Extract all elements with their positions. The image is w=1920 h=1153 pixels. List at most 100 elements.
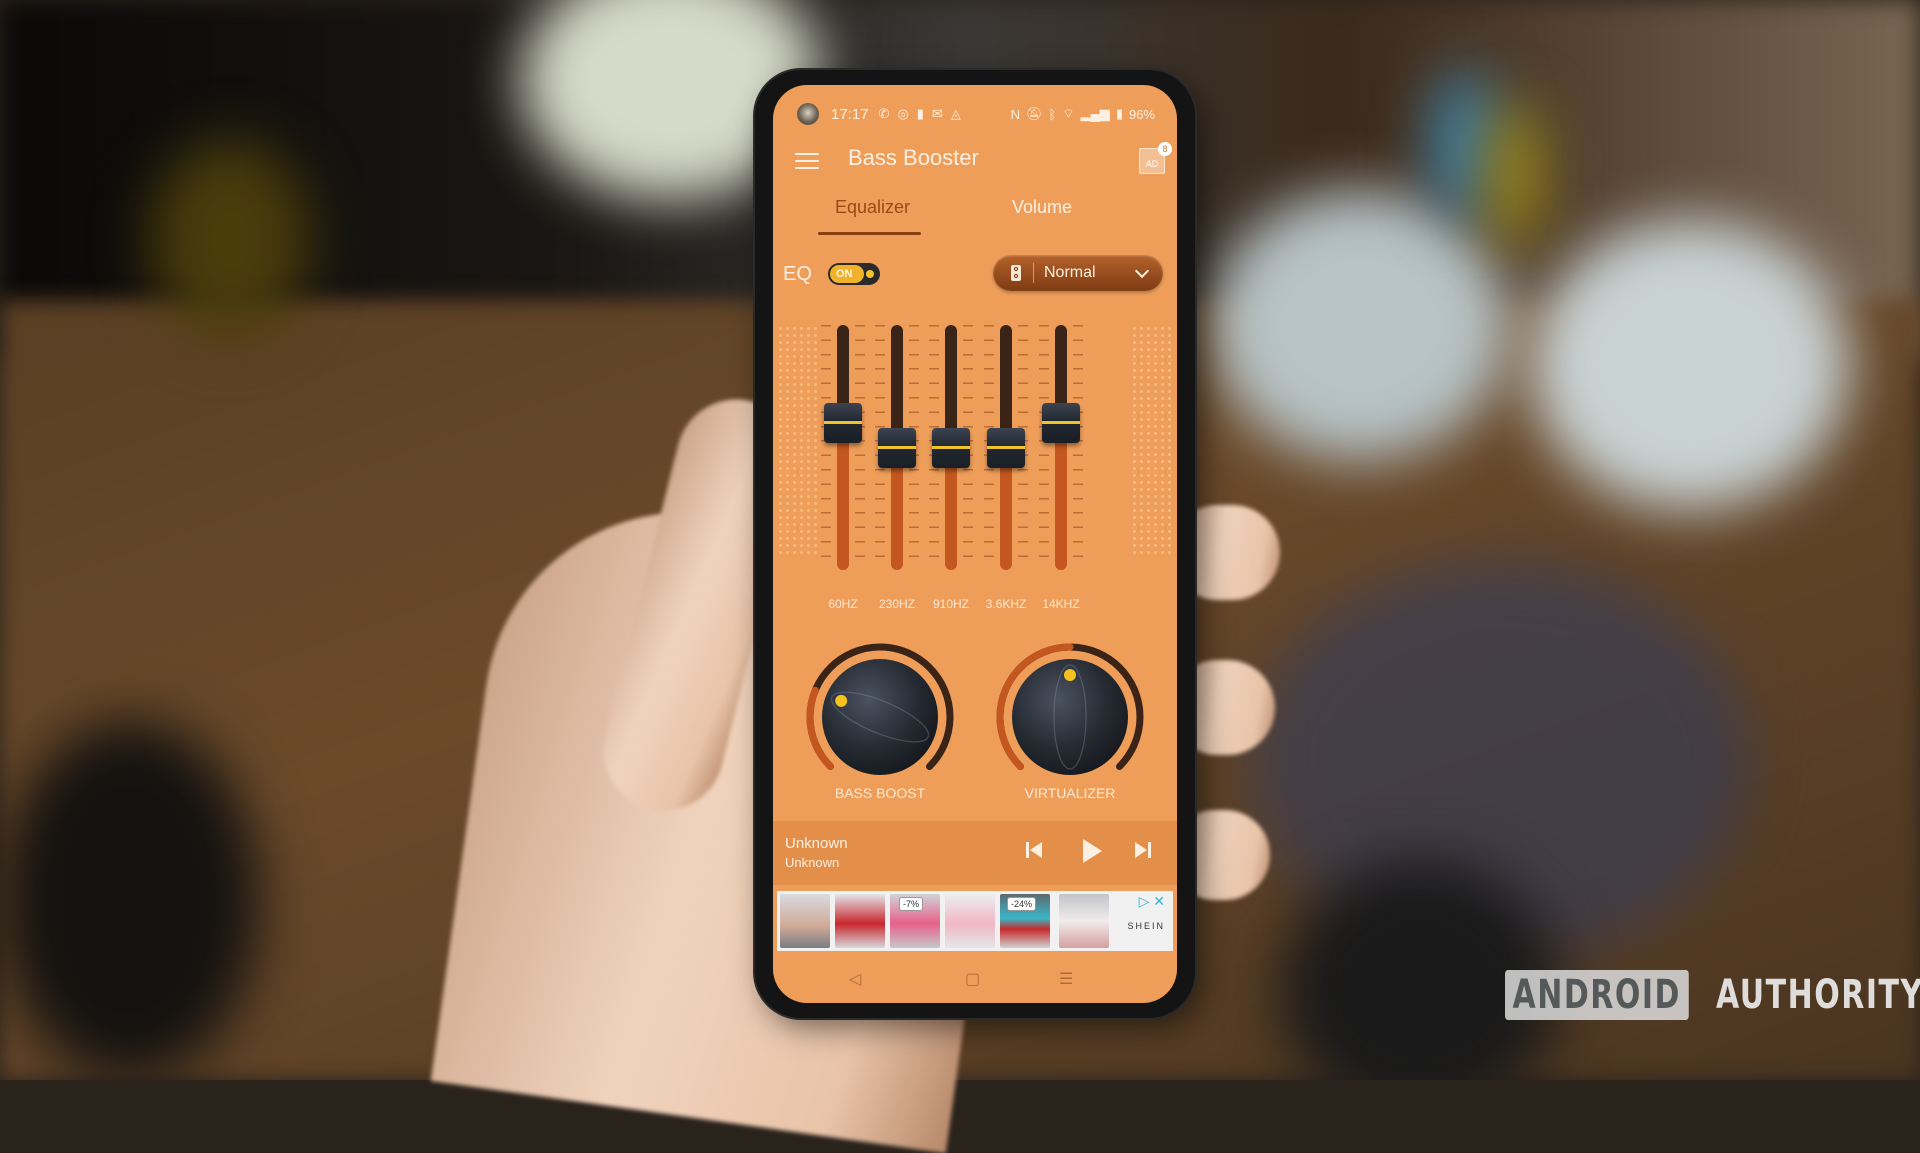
slider-thumb[interactable]: [932, 427, 970, 468]
eq-toggle-knob: [866, 270, 874, 278]
background-drum-left: [1210, 190, 1510, 460]
slider-track-empty: [945, 325, 957, 433]
next-icon[interactable]: [1135, 841, 1151, 859]
background-dark-object: [0, 720, 260, 1080]
mute-icon: 🔕︎: [1026, 106, 1043, 121]
slider-track-empty: [1000, 325, 1012, 433]
eq-slider-14khz[interactable]: [1039, 325, 1083, 570]
tab-volume[interactable]: Volume: [1012, 197, 1072, 218]
ad-product-image[interactable]: [835, 894, 885, 948]
knob-body[interactable]: [822, 659, 938, 775]
ad-gift-button[interactable]: AD 8: [1139, 142, 1172, 174]
watermark: ANDROID AUTHORITY: [1505, 970, 1920, 1020]
instagram-icon: ◎: [897, 106, 909, 121]
eq-slider-910hz[interactable]: [929, 325, 973, 570]
tall-notif-icon: ▮: [916, 106, 924, 121]
ad-label: AD: [1145, 159, 1159, 169]
knob-label: BASS BOOST: [834, 785, 926, 801]
slider-thumb[interactable]: [987, 427, 1025, 468]
front-camera: [797, 103, 819, 125]
visualizer-dots-right: [1131, 325, 1173, 555]
background-book-blue: [1430, 70, 1500, 220]
mini-player: Unknown Unknown: [773, 821, 1177, 885]
slider-track-filled: [1000, 462, 1012, 570]
ad-choices-icons[interactable]: ▷ ✕: [1139, 893, 1165, 910]
slider-thumb[interactable]: [1042, 402, 1080, 443]
knob-virtualizer[interactable]: [990, 635, 1150, 785]
preset-dropdown[interactable]: Normal: [993, 255, 1163, 291]
background-box: [150, 140, 310, 340]
discount-tag: -7%: [899, 897, 924, 911]
eq-slider-230hz[interactable]: [875, 325, 919, 570]
equalizer-panel: [773, 315, 1177, 575]
menu-icon[interactable]: [795, 153, 819, 169]
eq-toggle[interactable]: ON: [828, 263, 880, 285]
nfc-icon: N: [1010, 106, 1021, 122]
slider-track-filled: [837, 437, 849, 570]
frequency-label: 910HZ: [932, 597, 970, 611]
eq-slider-3.6khz[interactable]: [984, 325, 1028, 570]
speaker-icon: [1011, 265, 1021, 281]
phone: 17:17 ✆ ◎ ▮ ✉ ◬ N 🔕︎ ᛒ ⌔ ▂▄▆ ▮ 96% Bass …: [755, 70, 1195, 1018]
slider-track-empty: [837, 325, 849, 408]
app-icon: ◬: [950, 106, 961, 121]
visualizer-dots-left: [777, 325, 819, 555]
knob-label: VIRTUALIZER: [1024, 785, 1116, 801]
slider-thumb[interactable]: [824, 402, 862, 443]
slider-track-filled: [891, 462, 903, 570]
signal-icon: ▂▄▆: [1080, 106, 1110, 121]
bluetooth-icon: ᛒ: [1048, 106, 1057, 122]
ad-banner[interactable]: -7% -24% ▷ ✕ SHEIN: [777, 891, 1173, 951]
previous-icon[interactable]: [1026, 841, 1042, 859]
track-artist: Unknown: [785, 855, 840, 870]
knob-indicator: [1064, 669, 1076, 681]
slider-track-empty: [891, 325, 903, 433]
ad-brand: SHEIN: [1127, 921, 1165, 931]
status-bar: 17:17 ✆ ◎ ▮ ✉ ◬ N 🔕︎ ᛒ ⌔ ▂▄▆ ▮ 96%: [831, 103, 1155, 125]
ad-product-image[interactable]: [780, 894, 830, 948]
whatsapp-icon: ✆: [878, 106, 890, 121]
tab-bar: Equalizer Volume: [773, 197, 1177, 237]
watermark-text: AUTHORITY: [1715, 972, 1920, 1018]
mail-icon: ✉: [931, 106, 943, 121]
recents-icon[interactable]: ☰: [1059, 969, 1073, 989]
active-tab-indicator: [818, 232, 921, 235]
tab-equalizer[interactable]: Equalizer: [835, 197, 910, 218]
slider-track-filled: [945, 462, 957, 570]
knob-bass-boost[interactable]: [800, 635, 960, 785]
background-book-yellow: [1490, 100, 1540, 250]
slider-track-filled: [1055, 437, 1067, 570]
home-icon[interactable]: ▢: [965, 969, 980, 989]
frequency-labels: 60HZ 230HZ 910HZ 3.6KHZ 14KHZ: [773, 597, 1177, 615]
frequency-label: 3.6KHZ: [985, 597, 1027, 611]
discount-tag: -24%: [1007, 897, 1037, 911]
eq-label: EQ: [783, 263, 812, 285]
app-title: Bass Booster: [848, 145, 979, 170]
ad-product-image[interactable]: [945, 894, 995, 948]
eq-slider-60hz[interactable]: [821, 325, 865, 570]
battery-percent: 96%: [1128, 106, 1155, 122]
phone-screen: 17:17 ✆ ◎ ▮ ✉ ◬ N 🔕︎ ᛒ ⌔ ▂▄▆ ▮ 96% Bass …: [773, 85, 1177, 1003]
eq-controls-row: EQ ON Normal: [773, 255, 1177, 295]
preset-divider: [1033, 263, 1034, 283]
slider-thumb[interactable]: [878, 427, 916, 468]
navigation-bar: ◁ ▢ ☰: [773, 963, 1177, 993]
frequency-label: 14KHZ: [1042, 597, 1080, 611]
knob-indicator: [835, 694, 848, 707]
slider-track-empty: [1055, 325, 1067, 408]
app-bar: Bass Booster AD 8: [773, 140, 1177, 180]
status-time: 17:17: [831, 105, 869, 123]
battery-icon: ▮: [1115, 106, 1123, 121]
chevron-down-icon: [1134, 263, 1150, 278]
back-icon[interactable]: ◁: [849, 969, 861, 989]
frequency-label: 230HZ: [878, 597, 916, 611]
background-drum-right: [1530, 220, 1850, 510]
wifi-icon: ⌔: [1062, 106, 1075, 121]
ad-count-badge: 8: [1158, 142, 1172, 156]
ad-product-image[interactable]: [1059, 894, 1109, 948]
track-title: Unknown: [785, 835, 848, 852]
eq-toggle-label: ON: [830, 265, 864, 283]
preset-value: Normal: [1044, 264, 1096, 281]
frequency-label: 60HZ: [828, 597, 858, 611]
play-icon[interactable]: [1081, 838, 1103, 864]
